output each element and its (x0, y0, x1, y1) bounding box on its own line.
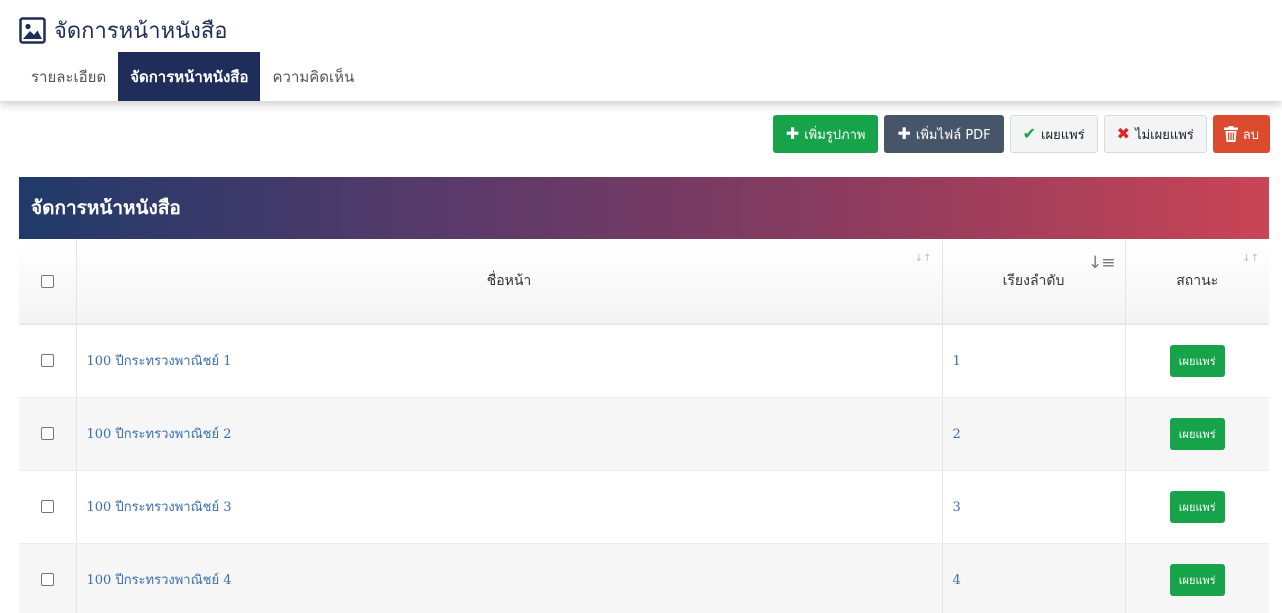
column-order-header[interactable]: เรียงลำดับ ↓≡ (942, 239, 1126, 325)
delete-button[interactable]: ลบ (1212, 115, 1270, 153)
panel-title: จัดการหน้าหนังสือ (19, 177, 1269, 239)
row-select-cell (19, 470, 77, 544)
order-cell: 3 (942, 470, 1126, 544)
row-select-cell (19, 397, 77, 471)
plus-icon: ✚ (785, 124, 800, 143)
action-toolbar: ✚ เพิ่มรูปภาพ ✚ เพิ่มไฟล์ PDF ✔ เผยแพร่ … (772, 115, 1270, 153)
row-checkbox[interactable] (40, 354, 54, 368)
trash-icon (1223, 126, 1238, 142)
row-checkbox[interactable] (40, 500, 54, 513)
column-name-label: ชื่อหน้า (486, 273, 532, 289)
page-name-link[interactable]: 100 ปีกระทรวงพาณิชย์ 4 (87, 573, 232, 588)
page-name-cell: 100 ปีกระทรวงพาณิชย์ 4 (76, 543, 943, 613)
add-pdf-button[interactable]: ✚ เพิ่มไฟล์ PDF (884, 115, 1004, 153)
sort-icon: ↓↑ (1242, 253, 1259, 264)
page-title: จัดการหน้าหนังสือ (54, 18, 228, 44)
pages-panel: จัดการหน้าหนังสือ ชื่อหน้า ↓↑ เรียงลำดับ… (19, 177, 1269, 613)
unpublish-label: ไม่เผยแพร่ (1135, 127, 1194, 143)
status-badge[interactable]: เผยแพร่ (1169, 563, 1225, 596)
order-cell: 2 (942, 397, 1126, 471)
row-select-cell (19, 543, 77, 613)
order-link[interactable]: 4 (953, 573, 961, 588)
sort-ascending-icon: ↓≡ (1088, 253, 1115, 273)
check-icon: ✔ (1022, 124, 1037, 143)
column-status-header[interactable]: สถานะ ↓↑ (1125, 239, 1269, 325)
status-badge[interactable]: เผยแพร่ (1169, 490, 1225, 523)
pages-table: ชื่อหน้า ↓↑ เรียงลำดับ ↓≡ สถานะ ↓↑ 100 ป… (19, 239, 1269, 613)
delete-label: ลบ (1242, 127, 1259, 143)
order-cell: 4 (942, 543, 1126, 613)
image-file-icon (19, 16, 46, 44)
column-order-label: เรียงลำดับ (1002, 273, 1065, 289)
order-link[interactable]: 2 (953, 427, 961, 442)
add-image-label: เพิ่มรูปภาพ (804, 127, 866, 143)
tab-manage-pages-label: จัดการหน้าหนังสือ (130, 67, 249, 86)
table-row: 100 ปีกระทรวงพาณิชย์ 1 1 เผยแพร่ (19, 324, 1269, 398)
tab-comments[interactable]: ความคิดเห็น (260, 52, 366, 101)
publish-label: เผยแพร่ (1041, 127, 1085, 143)
order-link[interactable]: 1 (953, 354, 961, 369)
column-status-label: สถานะ (1176, 273, 1219, 289)
page-header: จัดการหน้าหนังสือ รายละเอียด จัดการหน้าห… (0, 0, 1282, 101)
table-row: 100 ปีกระทรวงพาณิชย์ 4 4 เผยแพร่ (19, 543, 1269, 613)
row-checkbox[interactable] (40, 573, 54, 586)
select-all-checkbox[interactable] (40, 274, 54, 288)
publish-button[interactable]: ✔ เผยแพร่ (1009, 115, 1098, 153)
page-name-link[interactable]: 100 ปีกระทรวงพาณิชย์ 2 (87, 427, 232, 442)
select-all-cell (19, 239, 77, 325)
row-checkbox[interactable] (40, 427, 54, 440)
title-row: จัดการหน้าหนังสือ (19, 14, 228, 46)
sort-icon: ↓↑ (914, 253, 932, 264)
add-image-button[interactable]: ✚ เพิ่มรูปภาพ (772, 115, 879, 153)
status-cell: เผยแพร่ (1125, 397, 1269, 471)
page-name-cell: 100 ปีกระทรวงพาณิชย์ 3 (76, 470, 943, 544)
table-row: 100 ปีกระทรวงพาณิชย์ 2 2 เผยแพร่ (19, 397, 1269, 471)
table-row: 100 ปีกระทรวงพาณิชย์ 3 3 เผยแพร่ (19, 470, 1269, 544)
order-cell: 1 (942, 324, 1126, 398)
tab-bar: รายละเอียด จัดการหน้าหนังสือ ความคิดเห็น (19, 52, 366, 101)
status-badge[interactable]: เผยแพร่ (1169, 417, 1225, 450)
column-name-header[interactable]: ชื่อหน้า ↓↑ (76, 239, 943, 325)
page-name-link[interactable]: 100 ปีกระทรวงพาณิชย์ 3 (87, 500, 232, 515)
tab-comments-label: ความคิดเห็น (272, 67, 355, 86)
status-cell: เผยแพร่ (1125, 543, 1269, 613)
row-select-cell (19, 324, 77, 398)
tab-details-label: รายละเอียด (31, 67, 107, 86)
page-name-link[interactable]: 100 ปีกระทรวงพาณิชย์ 1 (87, 354, 232, 369)
table-header-row: ชื่อหน้า ↓↑ เรียงลำดับ ↓≡ สถานะ ↓↑ (19, 239, 1269, 325)
add-pdf-label: เพิ่มไฟล์ PDF (915, 127, 991, 143)
status-cell: เผยแพร่ (1125, 470, 1269, 544)
x-icon: ✖ (1116, 124, 1131, 143)
plus-icon: ✚ (897, 124, 911, 143)
page-name-cell: 100 ปีกระทรวงพาณิชย์ 2 (76, 397, 943, 471)
status-badge[interactable]: เผยแพร่ (1169, 344, 1225, 377)
tab-details[interactable]: รายละเอียด (19, 52, 118, 101)
order-link[interactable]: 3 (953, 500, 961, 515)
unpublish-button[interactable]: ✖ ไม่เผยแพร่ (1103, 115, 1207, 153)
status-cell: เผยแพร่ (1125, 324, 1269, 398)
tab-manage-pages[interactable]: จัดการหน้าหนังสือ (118, 52, 261, 101)
page-name-cell: 100 ปีกระทรวงพาณิชย์ 1 (76, 324, 943, 398)
